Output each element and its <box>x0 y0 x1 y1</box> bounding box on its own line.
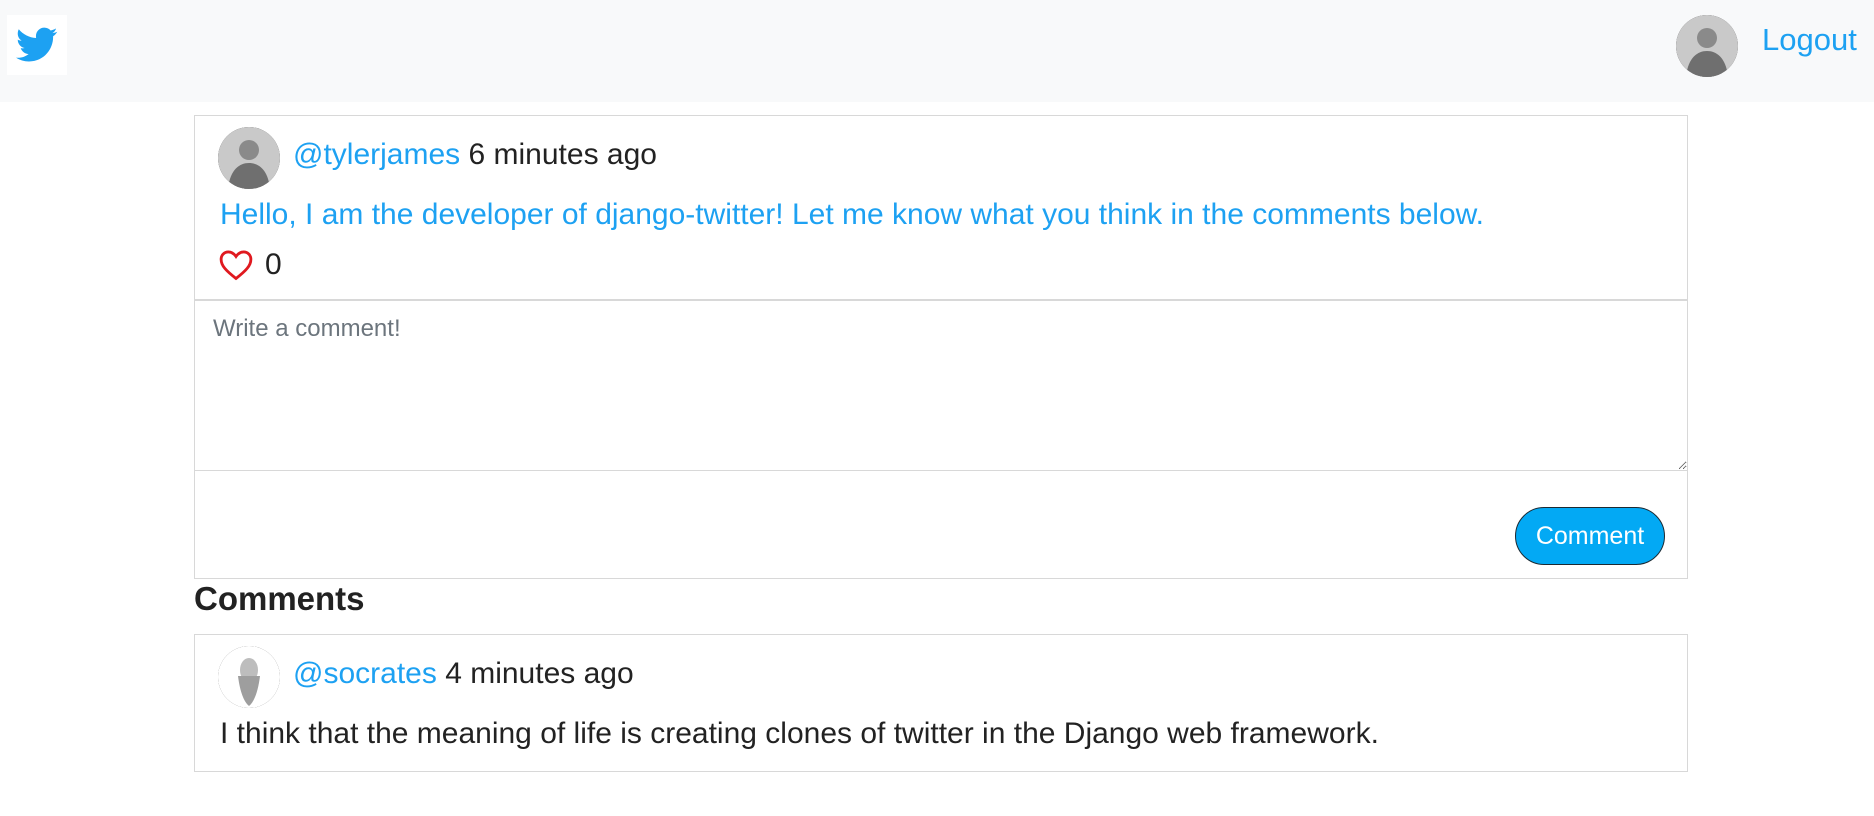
logout-link[interactable]: Logout <box>1762 22 1857 58</box>
like-row: 0 <box>219 247 282 283</box>
commenter-avatar[interactable] <box>218 646 280 708</box>
heart-outline-icon <box>219 250 253 281</box>
comments-heading: Comments <box>194 580 365 617</box>
twitter-logo-link[interactable] <box>7 15 67 75</box>
comment-meta: @socrates 4 minutes ago <box>293 657 634 691</box>
bust-photo-icon <box>218 646 280 708</box>
comment-timestamp: 4 minutes ago <box>445 657 634 690</box>
comment-card: @socrates 4 minutes ago I think that the… <box>194 634 1688 772</box>
author-avatar[interactable] <box>218 127 280 189</box>
author-handle-link[interactable]: @tylerjames <box>293 138 460 171</box>
user-avatar[interactable] <box>1676 15 1738 77</box>
navbar: Logout <box>0 0 1874 102</box>
comment-text: I think that the meaning of life is crea… <box>220 717 1379 750</box>
comment-submit-button[interactable]: Comment <box>1515 507 1665 565</box>
tweet-text[interactable]: Hello, I am the developer of django-twit… <box>220 198 1484 232</box>
tweet-timestamp: 6 minutes ago <box>468 138 657 171</box>
tweet-meta: @tylerjames 6 minutes ago <box>293 138 657 172</box>
like-count: 0 <box>265 248 282 281</box>
commenter-handle-link[interactable]: @socrates <box>293 657 437 690</box>
person-photo-icon <box>218 127 280 189</box>
tweet-card: @tylerjames 6 minutes ago Hello, I am th… <box>194 115 1688 579</box>
comment-textarea[interactable] <box>195 301 1687 471</box>
like-button[interactable] <box>219 247 255 283</box>
twitter-bird-icon <box>16 27 58 62</box>
person-photo-icon <box>1676 15 1738 77</box>
